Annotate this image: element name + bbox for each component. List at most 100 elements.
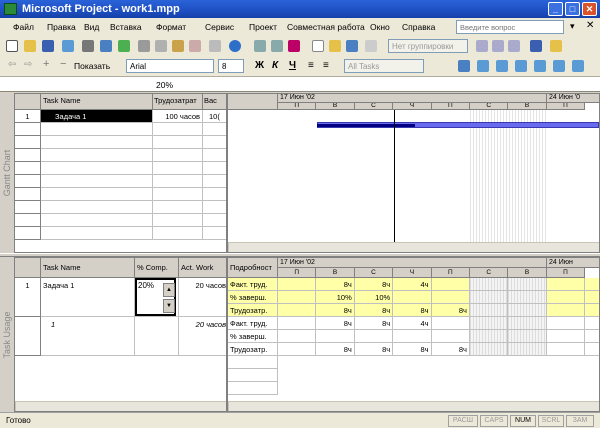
entry-input[interactable]: 20% [156, 80, 173, 90]
percent-complete-spinner[interactable]: 20% ▲ ▼ [135, 278, 176, 316]
help-icon[interactable] [550, 40, 562, 52]
empty-cell[interactable] [153, 214, 203, 227]
zoom-in-icon[interactable] [476, 40, 488, 52]
timephased-cell[interactable] [431, 291, 470, 304]
view-icon[interactable] [477, 60, 489, 72]
timephased-cell[interactable] [585, 291, 599, 304]
percent-complete-cell[interactable]: 20% ▲ ▼ [135, 278, 179, 317]
empty-cell[interactable] [41, 227, 153, 240]
column-header-baseline[interactable]: Вас [203, 94, 226, 110]
print-preview-icon[interactable] [100, 40, 112, 52]
empty-cell[interactable] [203, 175, 226, 188]
timephased-cell[interactable]: 8ч [431, 343, 470, 356]
timephased-cell[interactable] [278, 291, 317, 304]
timephased-cell[interactable]: 4ч [393, 278, 432, 291]
timephased-cell[interactable] [508, 278, 547, 291]
timephased-cell[interactable] [278, 317, 317, 330]
timephased-cell[interactable]: 8ч [354, 343, 394, 356]
empty-cell[interactable] [203, 227, 226, 240]
row-id[interactable] [15, 175, 41, 188]
cut-icon[interactable] [138, 40, 150, 52]
copy-picture-icon[interactable] [530, 40, 542, 52]
timephased-cell[interactable]: 10% [316, 291, 355, 304]
column-header-work[interactable]: Трудозатрат [153, 94, 203, 110]
menu-window[interactable]: Окно [370, 22, 390, 32]
timephased-cell[interactable] [585, 317, 599, 330]
align-left-icon[interactable]: ≡ [308, 60, 314, 71]
timephased-cell[interactable] [470, 330, 509, 343]
spin-down-icon[interactable]: ▼ [163, 299, 175, 313]
print-icon[interactable] [82, 40, 94, 52]
timephased-cell[interactable] [393, 330, 432, 343]
timephased-cell[interactable] [508, 304, 547, 317]
column-header-task-name[interactable]: Task Name [41, 258, 135, 278]
unlink-icon[interactable] [271, 40, 283, 52]
timephased-cell[interactable]: 8ч [316, 304, 355, 317]
timephased-cell[interactable] [546, 317, 586, 330]
work-cell[interactable]: 100 часов [153, 110, 203, 123]
column-header-percent-complete[interactable]: % Comp. [135, 258, 179, 278]
menu-insert[interactable]: Вставка [110, 22, 142, 32]
empty-cell[interactable] [203, 214, 226, 227]
assign-resources-icon[interactable] [346, 40, 358, 52]
zoom-out-icon[interactable] [492, 40, 504, 52]
row-id[interactable] [15, 227, 41, 240]
timephased-cell[interactable]: 8ч [431, 304, 470, 317]
open-icon[interactable] [24, 40, 36, 52]
timephased-cell[interactable] [470, 317, 509, 330]
filter-select[interactable]: All Tasks [344, 59, 424, 73]
empty-cell[interactable] [203, 162, 226, 175]
empty-cell[interactable] [203, 188, 226, 201]
view-icon[interactable] [553, 60, 565, 72]
column-header-task-name[interactable]: Task Name [41, 94, 153, 110]
view-icon[interactable] [496, 60, 508, 72]
empty-cell[interactable] [203, 149, 226, 162]
ask-question-input[interactable]: Введите вопрос [456, 20, 564, 34]
details-header[interactable]: Подробност [228, 258, 278, 278]
empty-cell[interactable] [203, 201, 226, 214]
horizontal-scrollbar[interactable] [228, 242, 599, 252]
timephased-cell[interactable]: 8ч [316, 278, 355, 291]
timephased-cell[interactable] [546, 330, 586, 343]
go-to-task-icon[interactable] [508, 40, 520, 52]
timephased-cell[interactable] [508, 317, 547, 330]
timephased-cell[interactable] [470, 343, 509, 356]
horizontal-scrollbar[interactable] [15, 401, 226, 411]
chevron-down-icon[interactable]: ▾ [570, 21, 575, 32]
empty-cell[interactable] [153, 136, 203, 149]
baseline-cell[interactable]: 10( [203, 110, 226, 123]
timephased-cell[interactable] [316, 330, 355, 343]
timephased-cell[interactable] [431, 278, 470, 291]
timephased-cell[interactable] [354, 330, 394, 343]
empty-cell[interactable] [153, 123, 203, 136]
notes-icon[interactable] [329, 40, 341, 52]
assignment-name-cell[interactable]: 1 [41, 317, 135, 356]
task-usage-view-bar[interactable]: Task Usage [0, 257, 14, 412]
view-icon[interactable] [515, 60, 527, 72]
timephased-cell[interactable]: 8ч [585, 343, 599, 356]
empty-cell[interactable] [203, 123, 226, 136]
align-center-icon[interactable]: ≡ [323, 60, 329, 71]
arrow-left-icon[interactable]: ⇦ [8, 59, 16, 70]
font-select[interactable]: Arial [126, 59, 214, 73]
project-app-icon[interactable] [4, 3, 17, 15]
column-header-actual-work[interactable]: Act. Work [179, 258, 226, 278]
close-button[interactable]: ✕ [582, 2, 597, 16]
empty-cell[interactable] [153, 162, 203, 175]
bold-button[interactable]: Ж [255, 60, 264, 71]
timephased-cell[interactable] [278, 330, 317, 343]
font-size-select[interactable]: 8 [218, 59, 244, 73]
empty-cell[interactable] [41, 149, 153, 162]
split-icon[interactable] [288, 40, 300, 52]
timephased-cell[interactable] [470, 291, 509, 304]
empty-cell[interactable] [41, 188, 153, 201]
empty-cell[interactable] [153, 175, 203, 188]
empty-cell[interactable] [41, 201, 153, 214]
gantt-view-bar[interactable]: Gantt Chart [0, 93, 14, 253]
timephased-cell[interactable] [278, 278, 317, 291]
timephased-cell[interactable] [508, 291, 547, 304]
menu-edit[interactable]: Правка [47, 22, 76, 32]
row-id[interactable] [15, 317, 41, 356]
menu-tools[interactable]: Сервис [205, 22, 234, 32]
row-id[interactable] [15, 214, 41, 227]
